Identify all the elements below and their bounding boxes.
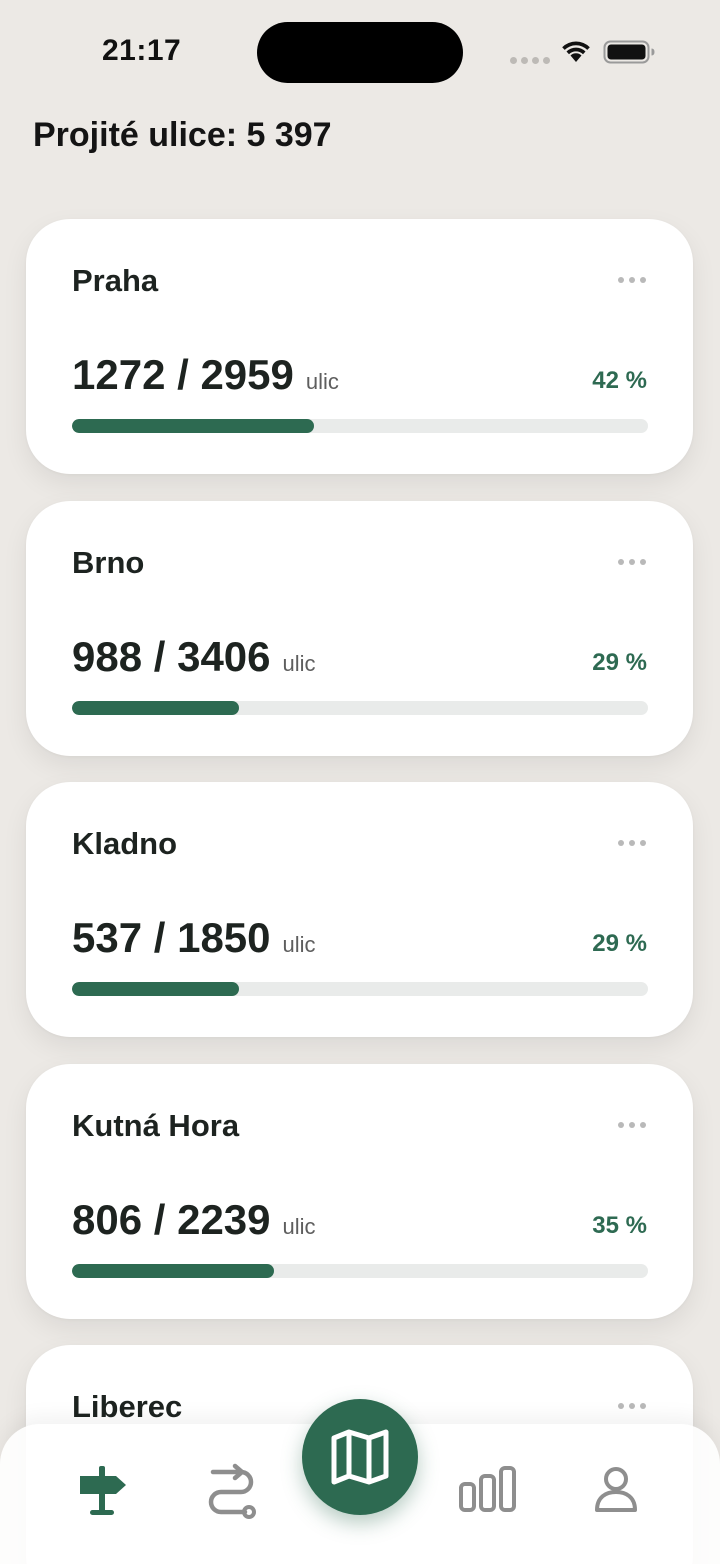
more-options-icon[interactable] <box>618 1122 648 1130</box>
city-card-brno[interactable]: Brno 988 / 3406 ulic 29 % <box>26 501 693 756</box>
route-icon[interactable] <box>201 1460 261 1520</box>
city-streets-screen: 21:17 Projité ulice: 5 397 Praha 1272 / … <box>0 0 720 1564</box>
street-count: 537 / 1850 ulic <box>72 914 316 961</box>
city-name: Kutná Hora <box>72 1108 240 1143</box>
city-name: Praha <box>72 263 159 298</box>
map-icon <box>331 1429 389 1485</box>
city-card-kutna-hora[interactable]: Kutná Hora 806 / 2239 ulic 35 % <box>26 1064 693 1319</box>
cellular-signal-icon <box>510 57 550 65</box>
page-title: Projité ulice: 5 397 <box>33 116 332 154</box>
more-options-icon[interactable] <box>618 559 648 567</box>
progress-bar-fill <box>72 701 240 715</box>
street-count: 806 / 2239 ulic <box>72 1196 316 1243</box>
dynamic-island <box>257 22 463 83</box>
street-count: 988 / 3406 ulic <box>72 633 316 680</box>
progress-percent: 29 % <box>592 649 647 676</box>
city-card-praha[interactable]: Praha 1272 / 2959 ulic 42 % <box>26 219 693 474</box>
progress-bar-fill <box>72 982 240 996</box>
street-count-unit: ulic <box>305 369 339 394</box>
street-count: 1272 / 2959 ulic <box>72 351 339 398</box>
progress-bar-fill <box>72 419 314 433</box>
city-name: Kladno <box>72 826 178 861</box>
street-count-unit: ulic <box>282 1214 316 1239</box>
wifi-icon <box>562 41 590 62</box>
more-options-icon[interactable] <box>618 840 648 848</box>
progress-bar <box>72 419 648 433</box>
progress-percent: 35 % <box>592 1212 647 1239</box>
progress-bar <box>72 701 648 715</box>
status-time: 21:17 <box>102 34 182 67</box>
city-name: Liberec <box>72 1389 183 1424</box>
street-count-unit: ulic <box>282 651 316 676</box>
city-name: Brno <box>72 545 145 580</box>
more-options-icon[interactable] <box>618 277 648 285</box>
profile-icon[interactable] <box>586 1460 646 1520</box>
city-card-kladno[interactable]: Kladno 537 / 1850 ulic 29 % <box>26 782 693 1037</box>
progress-bar <box>72 982 648 996</box>
progress-bar-fill <box>72 1264 274 1278</box>
progress-percent: 42 % <box>592 367 647 394</box>
more-options-icon[interactable] <box>618 1403 648 1411</box>
bar-chart-icon[interactable] <box>458 1460 518 1520</box>
map-tab-button[interactable] <box>302 1399 418 1515</box>
progress-bar <box>72 1264 648 1278</box>
progress-percent: 29 % <box>592 930 647 957</box>
signpost-icon[interactable] <box>72 1460 132 1520</box>
status-bar: 21:17 <box>0 0 720 106</box>
battery-icon <box>603 40 655 64</box>
street-count-unit: ulic <box>282 932 316 957</box>
